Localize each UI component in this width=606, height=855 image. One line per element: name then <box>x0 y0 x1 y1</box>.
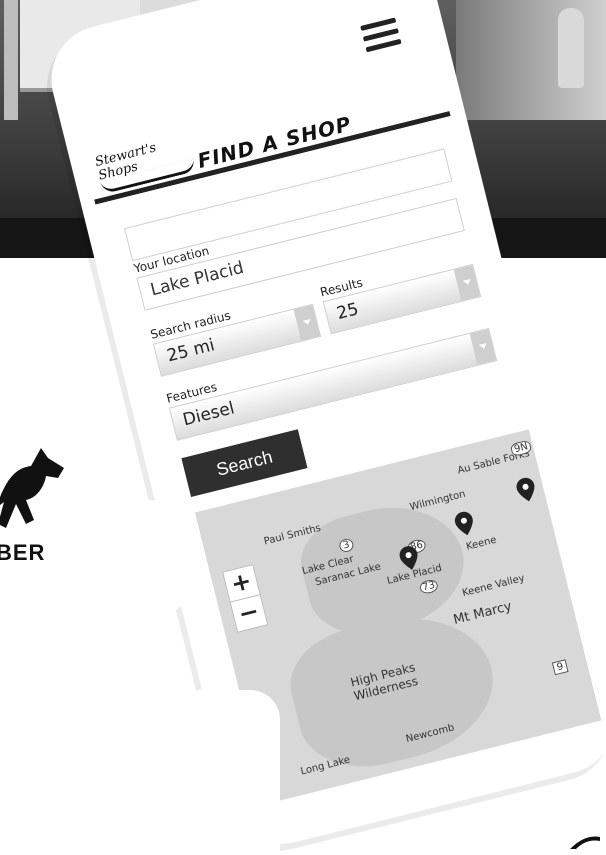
chevron-down-icon <box>469 329 497 365</box>
chevron-down-icon <box>453 265 481 301</box>
search-button[interactable]: Search <box>181 429 308 498</box>
features-value: Diesel <box>180 398 237 431</box>
zoom-out-button[interactable]: − <box>229 594 269 633</box>
map-label-mt-marcy: Mt Marcy <box>451 598 514 628</box>
results-select[interactable]: 25 <box>322 263 482 335</box>
partial-brand-text: BER <box>0 540 46 565</box>
hamburger-menu-icon[interactable] <box>360 17 402 53</box>
map-label-wilmington: Wilmington <box>408 488 467 514</box>
map-label-keene-valley: Keene Valley <box>461 572 526 600</box>
decorative-white-shape <box>100 500 190 620</box>
corner-swoosh-icon <box>570 836 600 849</box>
photo-person <box>558 8 584 88</box>
route-shield: 9 <box>551 659 569 676</box>
horse-logo-icon <box>0 448 64 528</box>
radius-select[interactable]: 25 mi <box>152 303 322 377</box>
map-pin-icon[interactable] <box>515 476 538 504</box>
photo-pole <box>4 0 18 120</box>
map-pin-icon[interactable] <box>453 510 476 538</box>
decorative-white-shape <box>170 690 280 853</box>
results-value: 25 <box>334 299 361 324</box>
map-label-keene: Keene <box>465 534 498 553</box>
radius-value: 25 mi <box>164 335 217 367</box>
chevron-down-icon <box>293 305 320 341</box>
